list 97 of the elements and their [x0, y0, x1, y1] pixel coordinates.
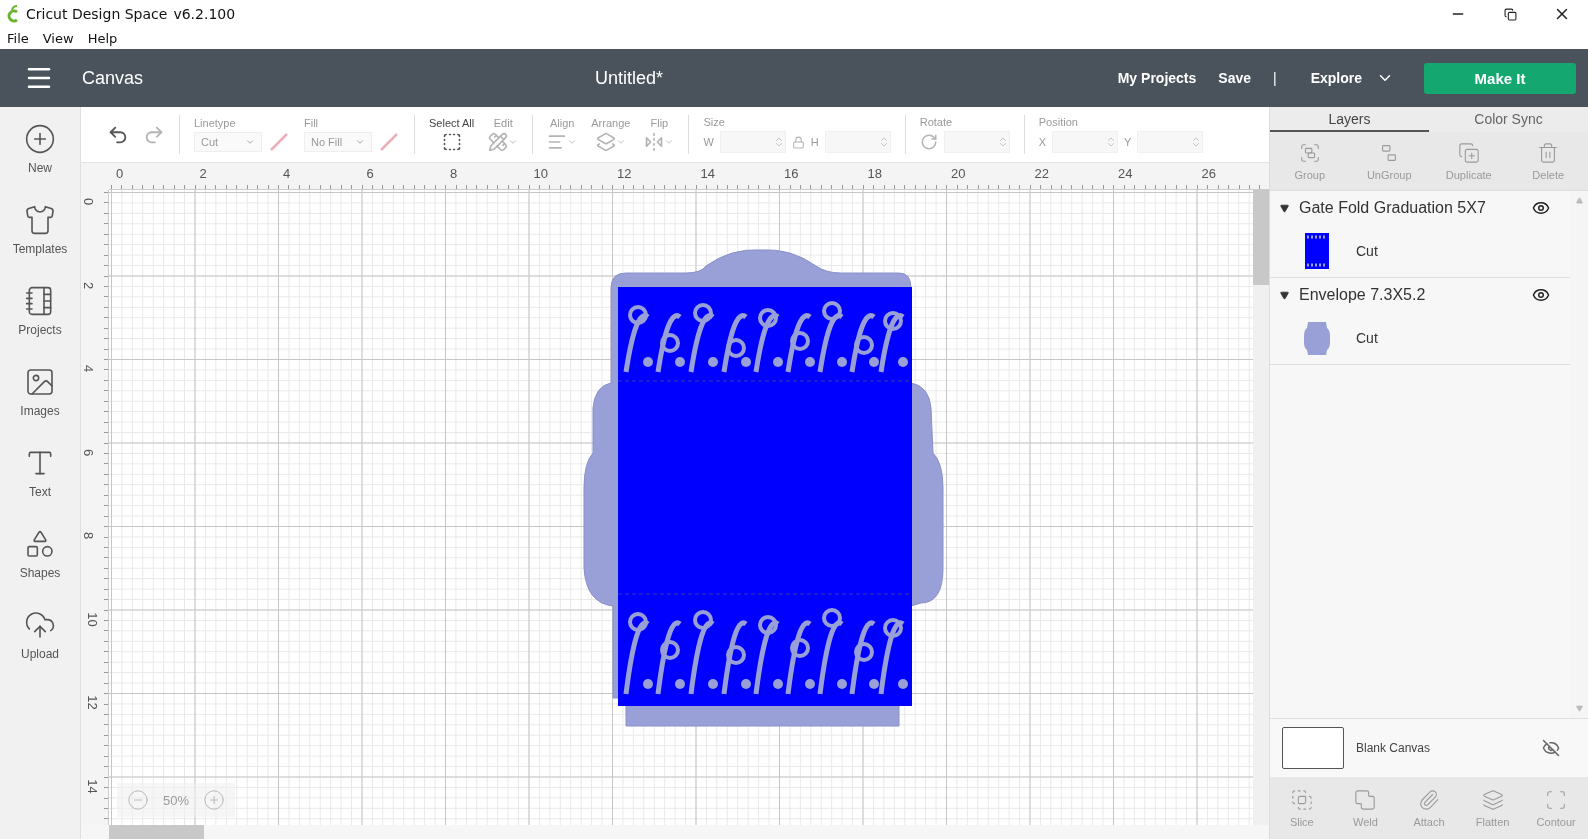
toolbar-label: Size: [703, 116, 725, 128]
rotate-icon[interactable]: [919, 133, 938, 151]
ruler-label: 26: [1201, 166, 1216, 181]
slash-icon: [378, 132, 400, 152]
ruler-label: 0: [81, 197, 97, 206]
sidebar-item[interactable]: Upload: [0, 609, 80, 690]
sidebar-item[interactable]: Shapes: [0, 528, 80, 609]
logo-icon: [6, 5, 20, 23]
action-icon: [1545, 788, 1568, 811]
scroll-down-icon[interactable]: [1575, 705, 1583, 712]
scrollbar-track[interactable]: [81, 825, 1269, 839]
zoom-level: 50%: [163, 792, 190, 808]
ruler-label: 4: [81, 364, 97, 373]
lock-icon[interactable]: [791, 135, 805, 149]
ruler-label: 2: [81, 281, 97, 289]
sidebar-item[interactable]: Templates: [0, 204, 80, 285]
scrollbar-track[interactable]: [1253, 190, 1269, 825]
explore-button[interactable]: Explore: [1310, 69, 1394, 87]
toolbar-label: Linetype: [194, 117, 236, 129]
ruler-label: 10: [533, 166, 548, 181]
ruler-label: 8: [450, 166, 458, 181]
layer-name[interactable]: Gate Fold Graduation 5X7: [1299, 199, 1522, 217]
layer-operation: Cut: [1356, 243, 1378, 259]
action-icon: [1537, 141, 1560, 164]
action-icon: [1354, 788, 1377, 811]
select-all-icon[interactable]: [441, 132, 462, 152]
caret-icon[interactable]: [1280, 203, 1289, 213]
action-icon: [1481, 788, 1504, 811]
panel-tab[interactable]: Color Sync: [1429, 107, 1588, 132]
sidebar-icon: [24, 528, 56, 560]
layer-name[interactable]: Envelope 7.3X5.2: [1299, 286, 1522, 304]
ruler-label: 14: [84, 778, 100, 794]
field-label: W: [703, 136, 714, 148]
ruler-label: 14: [700, 166, 715, 181]
sidebar-item[interactable]: Text: [0, 447, 80, 528]
sidebar-icon: [24, 366, 56, 398]
caret-icon: [245, 137, 255, 147]
ruler-label: 8: [81, 531, 97, 540]
action-icon: [1298, 141, 1321, 164]
ruler-label: 2: [199, 166, 207, 181]
ruler-label: 0: [116, 166, 124, 181]
scrollbar-thumb[interactable]: [109, 825, 204, 839]
action-icon: [1457, 141, 1480, 164]
sidebar-icon: [24, 204, 56, 236]
sidebar-item[interactable]: New: [0, 123, 80, 204]
slash-icon: [268, 132, 290, 152]
scroll-up-icon[interactable]: [1575, 197, 1583, 204]
zoom-in-icon[interactable]: [203, 789, 226, 811]
toolbar-label: Fill: [304, 117, 319, 129]
ruler-label: 10: [84, 611, 100, 627]
toolbar-label: Rotate: [919, 116, 953, 128]
ruler-label: 4: [283, 166, 291, 181]
menu-item[interactable]: View: [42, 31, 74, 46]
section-title: Canvas: [82, 67, 144, 89]
toolbar-label: Arrange: [591, 117, 631, 129]
field-label: Y: [1124, 136, 1132, 148]
ruler-label: 24: [1118, 166, 1133, 181]
document-title: Untitled*: [595, 67, 664, 89]
toolbar-label: Align: [550, 117, 575, 129]
toolbar-label: Position: [1038, 116, 1078, 128]
scrollbar-thumb[interactable]: [1253, 190, 1269, 285]
sidebar-item[interactable]: Projects: [0, 285, 80, 366]
caret-icon[interactable]: [1280, 290, 1289, 300]
action-icon: [1418, 788, 1440, 811]
window-title: Cricut Design Space: [26, 6, 168, 22]
sidebar-icon: [24, 123, 56, 155]
eye-icon[interactable]: [1532, 286, 1550, 304]
ruler-label: 6: [81, 448, 97, 456]
ruler-label: 16: [784, 166, 799, 181]
menu-item[interactable]: File: [7, 31, 29, 46]
field-label: H: [810, 136, 819, 148]
envelope-thumbnail: [1304, 319, 1330, 357]
version-label: v6.2.100: [173, 6, 236, 22]
header-link[interactable]: Save: [1218, 70, 1251, 86]
header-link[interactable]: My Projects: [1117, 70, 1197, 86]
caret-icon: [355, 137, 365, 147]
blank-canvas-label: Blank Canvas: [1356, 741, 1432, 755]
card-thumbnail: [1304, 232, 1330, 270]
action-icon: [1290, 788, 1313, 811]
ruler-label: 22: [1034, 166, 1049, 181]
layer-operation: Cut: [1356, 330, 1378, 346]
ruler-label: 20: [951, 166, 966, 181]
sidebar-item[interactable]: Images: [0, 366, 80, 447]
field-label: X: [1038, 136, 1047, 148]
ruler-label: 12: [84, 695, 100, 710]
toolbar-label: Select All: [429, 117, 475, 129]
menu-item[interactable]: Help: [87, 31, 118, 46]
blank-canvas-swatch[interactable]: [1282, 727, 1344, 769]
ruler-label: 6: [366, 166, 374, 181]
ruler-label: 12: [617, 166, 632, 181]
eye-icon[interactable]: [1532, 199, 1550, 217]
eye-off-icon[interactable]: [1542, 739, 1560, 757]
toolbar-label: Edit: [493, 117, 513, 129]
separator: |: [1273, 70, 1277, 86]
sidebar-icon: [24, 609, 56, 641]
ruler-label: 18: [867, 166, 882, 181]
toolbar-label: Flip: [650, 117, 669, 129]
